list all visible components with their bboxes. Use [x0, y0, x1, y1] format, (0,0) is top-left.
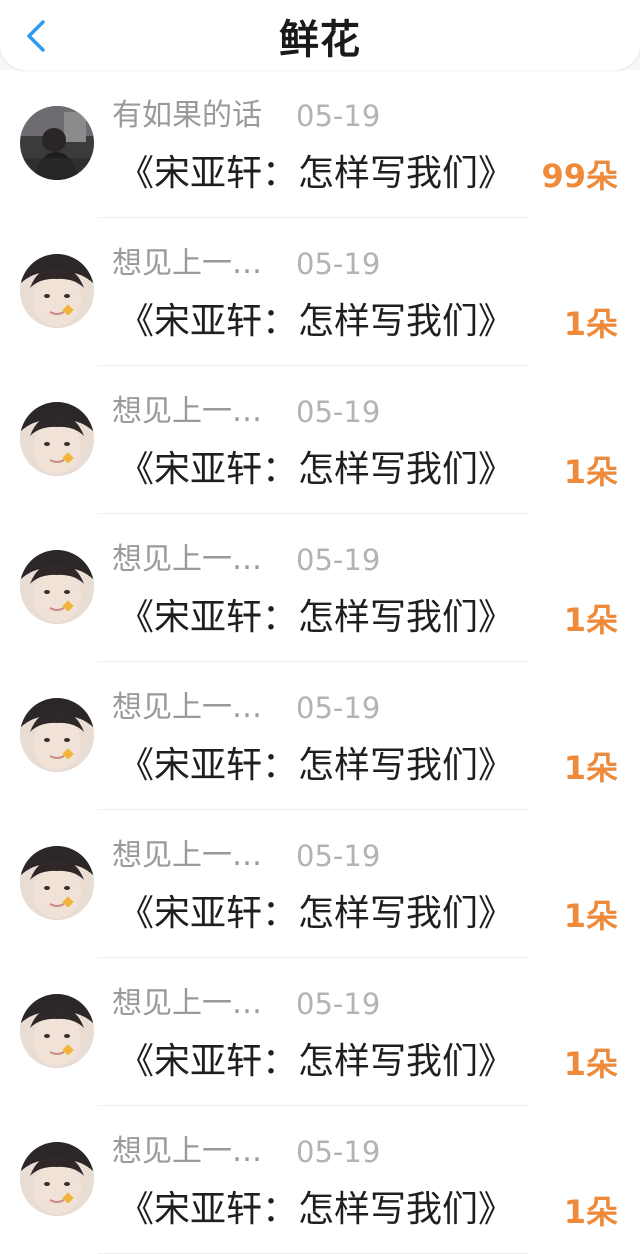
gift-date: 05-19 [296, 395, 381, 429]
gift-date: 05-19 [296, 839, 381, 873]
gift-date: 05-19 [296, 691, 381, 725]
gift-date: 05-19 [296, 99, 381, 133]
avatar-face-icon [20, 254, 94, 328]
top-bar: 鲜花 [0, 0, 640, 70]
sender-name[interactable]: 想见上一… [112, 688, 282, 728]
avatar[interactable] [20, 550, 94, 624]
avatar-face-icon [20, 550, 94, 624]
list-item[interactable]: 有如果的话 05-19 《宋亚轩：怎样写我们》 99朵 [0, 70, 640, 218]
list-item[interactable]: 想见上一… 05-19 《宋亚轩：怎样写我们》 1朵 [0, 218, 640, 366]
flower-gift-list: 有如果的话 05-19 《宋亚轩：怎样写我们》 99朵 想见上一… 05-19 … [0, 70, 640, 1254]
sender-name[interactable]: 想见上一… [112, 392, 282, 432]
flower-count: 1朵 [563, 305, 618, 343]
work-title[interactable]: 《宋亚轩：怎样写我们》 [118, 298, 514, 346]
sender-name[interactable]: 想见上一… [112, 244, 282, 284]
sender-name[interactable]: 想见上一… [112, 1132, 282, 1172]
avatar-photo-icon [20, 106, 94, 180]
avatar[interactable] [20, 698, 94, 772]
work-title[interactable]: 《宋亚轩：怎样写我们》 [118, 742, 514, 790]
avatar-face-icon [20, 1142, 94, 1216]
work-title[interactable]: 《宋亚轩：怎样写我们》 [118, 1038, 514, 1086]
flower-count: 1朵 [563, 897, 618, 935]
avatar[interactable] [20, 1142, 94, 1216]
work-title[interactable]: 《宋亚轩：怎样写我们》 [118, 890, 514, 938]
avatar[interactable] [20, 994, 94, 1068]
page-title: 鲜花 [279, 17, 361, 63]
flower-count: 1朵 [563, 749, 618, 787]
sender-name[interactable]: 想见上一… [112, 836, 282, 876]
gift-date: 05-19 [296, 247, 381, 281]
avatar-face-icon [20, 846, 94, 920]
avatar[interactable] [20, 846, 94, 920]
flower-count: 1朵 [563, 453, 618, 491]
flower-count: 99朵 [541, 157, 618, 195]
work-title[interactable]: 《宋亚轩：怎样写我们》 [118, 594, 514, 642]
avatar-face-icon [20, 698, 94, 772]
flower-count: 1朵 [563, 1193, 618, 1231]
work-title[interactable]: 《宋亚轩：怎样写我们》 [118, 446, 514, 494]
sender-name[interactable]: 想见上一… [112, 540, 282, 580]
avatar[interactable] [20, 402, 94, 476]
list-item[interactable]: 想见上一… 05-19 《宋亚轩：怎样写我们》 1朵 [0, 958, 640, 1106]
list-item[interactable]: 想见上一… 05-19 《宋亚轩：怎样写我们》 1朵 [0, 810, 640, 958]
work-title[interactable]: 《宋亚轩：怎样写我们》 [118, 150, 514, 198]
gift-date: 05-19 [296, 543, 381, 577]
gift-date: 05-19 [296, 1135, 381, 1169]
list-item[interactable]: 想见上一… 05-19 《宋亚轩：怎样写我们》 1朵 [0, 662, 640, 810]
list-item[interactable]: 想见上一… 05-19 《宋亚轩：怎样写我们》 1朵 [0, 1106, 640, 1254]
work-title[interactable]: 《宋亚轩：怎样写我们》 [118, 1186, 514, 1234]
flower-count: 1朵 [563, 1045, 618, 1083]
avatar[interactable] [20, 106, 94, 180]
avatar[interactable] [20, 254, 94, 328]
sender-name[interactable]: 有如果的话 [112, 96, 282, 136]
avatar-face-icon [20, 994, 94, 1068]
flower-count: 1朵 [563, 601, 618, 639]
gift-date: 05-19 [296, 987, 381, 1021]
avatar-face-icon [20, 402, 94, 476]
sender-name[interactable]: 想见上一… [112, 984, 282, 1024]
list-item[interactable]: 想见上一… 05-19 《宋亚轩：怎样写我们》 1朵 [0, 366, 640, 514]
list-item[interactable]: 想见上一… 05-19 《宋亚轩：怎样写我们》 1朵 [0, 514, 640, 662]
